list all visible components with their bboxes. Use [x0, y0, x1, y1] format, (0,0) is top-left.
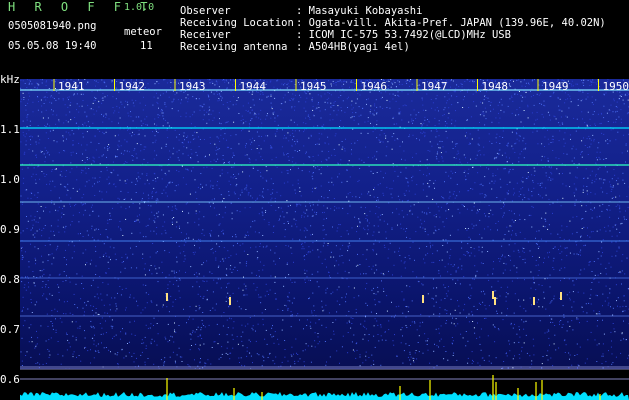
x-tick-label: 1943 — [179, 80, 206, 93]
x-tick-label: 1942 — [119, 80, 146, 93]
filename: 0505081940.png — [8, 20, 97, 32]
meteor-echo — [494, 297, 496, 305]
y-tick-label: 1.1 — [0, 123, 20, 136]
info-value-antenna: : A504HB(yagi 4el) — [296, 41, 410, 53]
app-version: 1.0.0 — [124, 2, 155, 13]
x-tick-label: 1948 — [482, 80, 509, 93]
spectrogram: 1941 1942 1943 1944 1945 1946 1947 1948 1949 1950 — [20, 79, 629, 400]
meteor-echo — [533, 297, 535, 305]
y-tick-label: 0.8 — [0, 273, 20, 286]
x-tick-label: 1946 — [361, 80, 388, 93]
info-label-observer: Observer — [180, 5, 231, 17]
y-tick-label: 1.0 — [0, 173, 20, 186]
info-label-receiver: Receiver — [180, 29, 231, 41]
x-tick-label: 1944 — [240, 80, 267, 93]
meteor-echo — [229, 297, 231, 305]
info-label-location: Receiving Location — [180, 17, 294, 29]
meteor-echo — [492, 291, 494, 299]
x-tick-label: 1941 — [58, 80, 85, 93]
meteor-count: 11 — [140, 40, 153, 52]
x-tick-label: 1947 — [421, 80, 448, 93]
x-tick-label: 1949 — [542, 80, 569, 93]
info-label-antenna: Receiving antenna — [180, 41, 288, 53]
info-value-location: : Ogata-vill. Akita-Pref. JAPAN (139.96E… — [296, 17, 606, 29]
datetime: 05.05.08 19:40 — [8, 40, 97, 52]
meteor-echo — [422, 295, 424, 303]
meteor-echo — [560, 292, 562, 300]
meteor-label: meteor — [124, 26, 162, 38]
meteor-echo — [166, 293, 168, 301]
x-tick-label: 1945 — [300, 80, 327, 93]
info-value-observer: : Masayuki Kobayashi — [296, 5, 423, 17]
y-axis-unit: kHz — [0, 73, 20, 86]
y-tick-label: 0.9 — [0, 223, 20, 236]
info-value-receiver: : ICOM IC-575 53.7492(@LCD)MHz USB — [296, 29, 511, 41]
x-tick-label: 1950 — [603, 80, 629, 93]
y-tick-label: 0.7 — [0, 323, 20, 336]
y-tick-label: 0.6 — [0, 373, 20, 386]
spectrogram-canvas: 1941 1942 1943 1944 1945 1946 1947 1948 1949 1950 — [20, 79, 629, 400]
